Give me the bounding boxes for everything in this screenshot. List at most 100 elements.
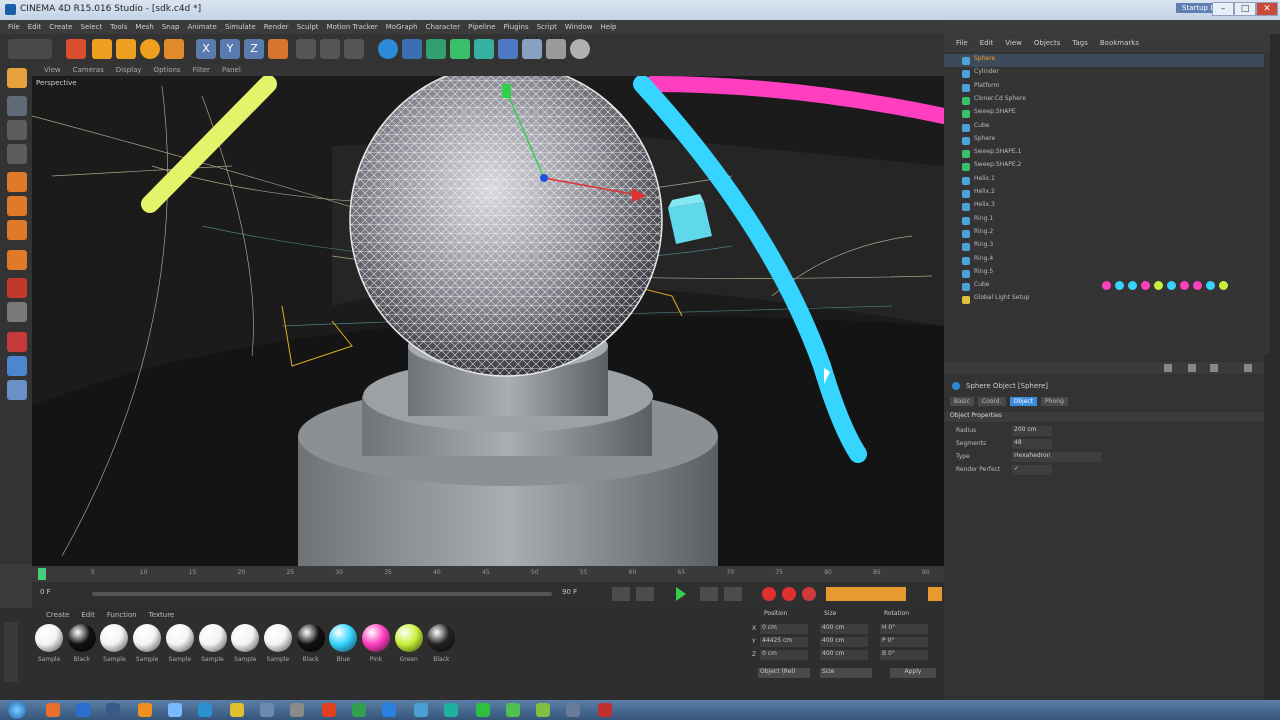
undo-redo-icon[interactable] xyxy=(8,39,52,59)
material-swatch[interactable]: Black xyxy=(67,624,97,670)
object-menu-item[interactable]: Bookmarks xyxy=(1100,34,1139,52)
app-icon-13[interactable] xyxy=(414,703,428,717)
material-swatch[interactable]: Black xyxy=(296,624,326,670)
browser-icon[interactable] xyxy=(46,703,60,717)
attribute-tab[interactable]: Basic xyxy=(950,397,974,406)
render-view-icon[interactable] xyxy=(296,39,316,59)
object-row[interactable]: Cylinder xyxy=(944,67,1264,80)
menu-item[interactable]: Script xyxy=(537,20,557,34)
object-menu-item[interactable]: File xyxy=(956,34,968,52)
menu-item[interactable]: Render xyxy=(264,20,289,34)
camera-icon[interactable] xyxy=(522,39,542,59)
back-arrow-icon[interactable] xyxy=(1164,364,1172,372)
app-icon-14[interactable] xyxy=(444,703,458,717)
app-icon-10[interactable] xyxy=(322,703,336,717)
app-icon-15[interactable] xyxy=(476,703,490,717)
media-icon[interactable] xyxy=(106,703,120,717)
render-to-picture-viewer-icon[interactable] xyxy=(320,39,340,59)
maximize-button[interactable]: □ xyxy=(1234,2,1256,16)
frame-end-field[interactable]: 90 F xyxy=(562,588,577,596)
x-axis-lock-icon[interactable]: X xyxy=(196,39,216,59)
coord-size-field[interactable]: 400 cm xyxy=(820,624,868,634)
sculpt-icon[interactable] xyxy=(7,356,27,376)
material-swatch[interactable]: Sample xyxy=(230,624,260,670)
app-icon-6[interactable] xyxy=(198,703,212,717)
menu-item[interactable]: Sculpt xyxy=(297,20,319,34)
menu-item[interactable]: Window xyxy=(565,20,593,34)
light-icon[interactable] xyxy=(570,39,590,59)
object-row[interactable]: Global Light Setup xyxy=(944,293,1264,306)
object-row[interactable]: Ring.3 xyxy=(944,240,1264,253)
object-row[interactable]: Ring.1 xyxy=(944,214,1264,227)
live-selection-icon[interactable] xyxy=(66,39,86,59)
autokey-icon[interactable] xyxy=(782,587,796,601)
object-row[interactable]: Sweep.SHAPE.2 xyxy=(944,160,1264,173)
forward-arrow-icon[interactable] xyxy=(1188,364,1196,372)
menu-item[interactable]: Animate xyxy=(187,20,216,34)
app-icon-17[interactable] xyxy=(536,703,550,717)
app-icon-8[interactable] xyxy=(260,703,274,717)
attribute-tab[interactable]: Coord. xyxy=(977,397,1006,406)
menu-item[interactable]: Tools xyxy=(110,20,127,34)
menu-item[interactable]: Character xyxy=(426,20,461,34)
coordinate-system-icon[interactable] xyxy=(268,39,288,59)
perspective-viewport[interactable]: Perspective xyxy=(32,76,944,566)
explorer-icon[interactable] xyxy=(76,703,90,717)
material-swatch[interactable]: Sample xyxy=(198,624,228,670)
attribute-field-value[interactable]: ✓ xyxy=(1012,465,1052,475)
edges-mode-icon[interactable] xyxy=(7,196,27,216)
rotate-icon[interactable] xyxy=(140,39,160,59)
search-icon[interactable] xyxy=(1244,364,1252,372)
lock-icon[interactable] xyxy=(1210,364,1218,372)
frame-range-slider[interactable] xyxy=(92,592,552,596)
app-icon-9[interactable] xyxy=(290,703,304,717)
object-menu-item[interactable]: Tags xyxy=(1072,34,1088,52)
menu-item[interactable]: Pipeline xyxy=(468,20,495,34)
scale-icon[interactable] xyxy=(116,39,136,59)
nurbs-icon[interactable] xyxy=(426,39,446,59)
coord-size-field[interactable]: 400 cm xyxy=(820,637,868,647)
recent-tools-icon[interactable] xyxy=(164,39,184,59)
object-menu-item[interactable]: Objects xyxy=(1034,34,1060,52)
app-icon-12[interactable] xyxy=(382,703,396,717)
material-swatch[interactable]: Sample xyxy=(99,624,129,670)
menu-item[interactable]: MoGraph xyxy=(386,20,418,34)
coord-size-field[interactable]: 400 cm xyxy=(820,650,868,660)
attribute-tab[interactable]: Object xyxy=(1009,397,1038,406)
array-icon[interactable] xyxy=(450,39,470,59)
points-mode-icon[interactable] xyxy=(7,172,27,192)
coord-position-field[interactable]: 0 cm xyxy=(760,650,808,660)
attribute-tab[interactable]: Phong xyxy=(1041,397,1068,406)
app-icon-7[interactable] xyxy=(230,703,244,717)
object-row[interactable]: Helix.1 xyxy=(944,174,1264,187)
object-row[interactable]: Cube xyxy=(944,121,1264,134)
snap-icon[interactable] xyxy=(7,302,27,322)
app-icon-19[interactable] xyxy=(598,703,612,717)
menu-item[interactable]: Mesh xyxy=(135,20,153,34)
material-swatch[interactable]: Sample xyxy=(132,624,162,670)
object-row[interactable]: Cloner.Cd Sphere xyxy=(944,94,1264,107)
menu-item[interactable]: Select xyxy=(81,20,103,34)
menu-item[interactable]: Help xyxy=(601,20,617,34)
menu-item[interactable]: Create xyxy=(49,20,72,34)
object-scrollbar[interactable] xyxy=(1270,34,1280,354)
workplane-icon[interactable] xyxy=(7,144,27,164)
coord-position-field[interactable]: 44425 cm xyxy=(760,637,808,647)
lock-workplane-icon[interactable] xyxy=(7,380,27,400)
menu-item[interactable]: Snap xyxy=(162,20,180,34)
object-row[interactable]: Ring.5 xyxy=(944,267,1264,280)
timeline-ruler[interactable]: 0 5 10 15 20 25 30 35 40 45 50 55 60 65 70 75 80 85 90 xyxy=(32,566,944,582)
menu-item[interactable]: Edit xyxy=(28,20,42,34)
material-swatch[interactable]: Sample xyxy=(165,624,195,670)
material-swatch[interactable]: Sample xyxy=(34,624,64,670)
model-mode-icon[interactable] xyxy=(7,96,27,116)
attribute-field-value[interactable]: 48 xyxy=(1012,439,1052,449)
object-row[interactable]: Sweep.SHAPE xyxy=(944,107,1264,120)
viewport-menu-item[interactable]: View xyxy=(44,64,61,76)
coord-rotation-field[interactable]: B 0° xyxy=(880,650,928,660)
step-back-icon[interactable] xyxy=(636,587,654,601)
scene-icon[interactable] xyxy=(498,39,518,59)
spline-pen-icon[interactable] xyxy=(402,39,422,59)
close-button[interactable]: ✕ xyxy=(1256,2,1278,16)
viewport-menu-item[interactable]: Cameras xyxy=(73,64,104,76)
